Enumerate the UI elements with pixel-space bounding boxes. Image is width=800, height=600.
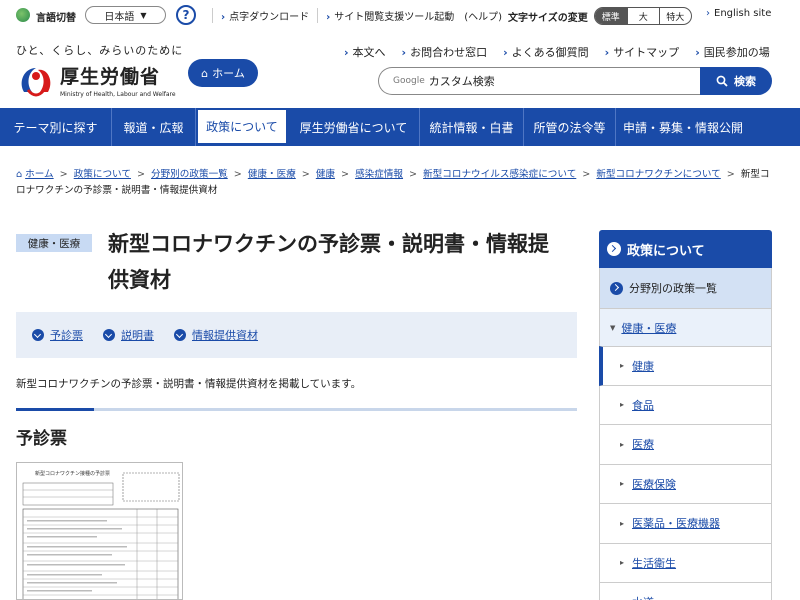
search-input[interactable]: Google カスタム検索 [378,67,700,95]
nav-item-laws[interactable]: 所管の法令等 [524,108,616,146]
home-button[interactable]: ⌂ ホーム [188,59,258,87]
utility-bar: 言語切替 日本語 ▼ ? › 点字ダウンロード › サイト閲覧支援ツール起動 (ヘル… [0,0,800,30]
intro-text: 新型コロナワクチンの予診票・説明書・情報提供資材を掲載しています。 [16,378,362,390]
contact-link[interactable]: › お問合わせ窓口 [394,44,496,60]
help-link[interactable]: (ヘルプ) [462,8,510,23]
chevron-down-circle-icon [174,329,186,341]
logo-subtitle: Ministry of Health, Labour and Welfare [60,91,176,98]
sidebar-item-medical[interactable]: ▸ 医療 [599,425,772,465]
sidebar-item-medical-insurance[interactable]: ▸ 医療保険 [599,464,772,504]
arrow-right-icon: › [221,12,226,23]
sidebar-item-health-medical[interactable]: ▼ 健康・医療 [599,308,772,346]
anchor-link-questionnaire[interactable]: 予診票 [32,327,83,343]
utility-links: › 点字ダウンロード › サイト閲覧支援ツール起動 (ヘルプ) [212,8,510,23]
chevron-right-circle-icon [610,281,623,295]
document-preview-icon: 新型コロナワクチン接種の予診票 [22,470,180,599]
section-divider [16,408,577,411]
nav-item-about[interactable]: 厚生労働省について [288,108,420,146]
chevron-down-icon: ▼ [140,10,147,20]
arrow-right-icon: › [401,46,407,59]
breadcrumb-infection[interactable]: 感染症情報 [355,169,403,180]
nav-item-themes[interactable]: テーマ別に探す [0,108,112,146]
arrow-right-icon: › [695,46,700,59]
font-size-buttons: 標準 大 特大 [593,7,692,25]
chevron-right-circle-icon [607,242,621,256]
sidebar-heading[interactable]: 政策について [599,230,772,268]
breadcrumb-health-medical[interactable]: 健康・医療 [248,169,296,180]
search-button[interactable]: 検索 [700,67,772,95]
main-nav: テーマ別に探す 報道・広報 政策について 厚生労働省について 統計情報・白書 所… [0,108,800,146]
arrow-right-icon: › [344,46,349,59]
caret-right-icon: ▸ [620,518,625,528]
language-select[interactable]: 日本語 ▼ [85,6,166,24]
section-title: 予診票 [16,429,67,449]
sidebar-list: ▸健康 ▸食品 ▸医療 ▸医療保険 ▸医薬品・医療機器 ▸生活衛生 ▸水道 [599,346,772,600]
sidebar-item-policy-list[interactable]: 分野別の政策一覧 [599,268,772,308]
category-badge: 健康・医療 [16,234,92,252]
home-icon: ⌂ [201,66,209,80]
thumbnail-title: 新型コロナワクチン接種の予診票 [35,470,110,477]
breadcrumb-covid-vaccine[interactable]: 新型コロナワクチンについて [596,169,720,180]
header-links: › 本文へ › お問合わせ窓口 › よくある御質問 › サイトマップ › 国民参加の場 [336,44,778,60]
nav-item-policy[interactable]: 政策について [196,108,288,146]
breadcrumb-home[interactable]: ホーム [25,169,54,180]
english-site-link[interactable]: › English site [706,8,771,19]
ministry-logo-icon[interactable] [16,60,56,100]
caret-right-icon: ▸ [620,400,625,410]
participation-link[interactable]: › 国民参加の場 [687,44,778,60]
caret-right-icon: ▸ [620,558,625,568]
sidebar-item-food[interactable]: ▸ 食品 [599,385,772,425]
arrow-right-icon: › [503,46,508,59]
font-size-large-button[interactable]: 大 [626,8,659,24]
caret-right-icon: ▸ [620,361,625,371]
language-label: 言語切替 [36,13,76,24]
logo-text[interactable]: 厚生労働省 [60,62,160,89]
globe-icon [16,8,30,22]
questionnaire-thumbnail[interactable]: 新型コロナワクチン接種の予診票 [16,462,183,600]
chevron-down-circle-icon [103,329,115,341]
home-icon: ⌂ [16,169,26,180]
search-icon [716,75,728,87]
google-label: Google [393,76,425,86]
anchor-link-materials[interactable]: 情報提供資材 [174,327,258,343]
sidebar-item-pharmaceuticals[interactable]: ▸ 医薬品・医療機器 [599,504,772,544]
skip-to-content-link[interactable]: › 本文へ [336,44,394,60]
chevron-down-circle-icon [32,329,44,341]
accessibility-tool-link[interactable]: › サイト閲覧支援ツール起動 [317,8,462,23]
page-title: 新型コロナワクチンの予診票・説明書・情報提供資材 [108,232,549,292]
breadcrumb-policy-list[interactable]: 分野別の政策一覧 [151,169,228,180]
caret-right-icon: ▸ [620,439,625,449]
help-icon[interactable]: ? [176,5,196,25]
breadcrumb-health[interactable]: 健康 [316,169,335,180]
sidebar-item-health[interactable]: ▸ 健康 [599,346,772,386]
font-size-standard-button[interactable]: 標準 [594,8,627,24]
anchor-link-explanation[interactable]: 説明書 [103,327,154,343]
font-size-xlarge-button[interactable]: 特大 [658,8,691,24]
faq-link[interactable]: › よくある御質問 [495,44,597,60]
arrow-right-icon: › [604,46,610,59]
tagline: ひと、くらし、みらいのために [16,44,184,57]
triangle-down-icon: ▼ [610,323,616,332]
nav-item-press[interactable]: 報道・広報 [112,108,196,146]
breadcrumb-covid[interactable]: 新型コロナウイルス感染症について [423,169,576,180]
sidebar-item-sanitation[interactable]: ▸ 生活衛生 [599,543,772,583]
arrow-right-icon: › [326,12,331,23]
page-anchor-links: 予診票 説明書 情報提供資材 [16,312,577,358]
breadcrumb: ⌂ ホーム > 政策について > 分野別の政策一覧 > 健康・医療 > 健康 > 感染症情報 > 新型コ… [16,169,770,196]
nav-item-statistics[interactable]: 統計情報・白書 [420,108,524,146]
arrow-right-icon: › [706,8,710,19]
font-size-control: 文字サイズの変更 標準 大 特大 [508,7,692,25]
breadcrumb-policy[interactable]: 政策について [74,169,131,180]
braille-download-link[interactable]: › 点字ダウンロード [212,8,317,23]
sidebar-item-water[interactable]: ▸水道 [599,583,772,600]
sitemap-link[interactable]: › サイトマップ [597,44,688,60]
nav-item-applications[interactable]: 申請・募集・情報公開 [616,108,750,146]
caret-right-icon: ▸ [620,479,625,489]
